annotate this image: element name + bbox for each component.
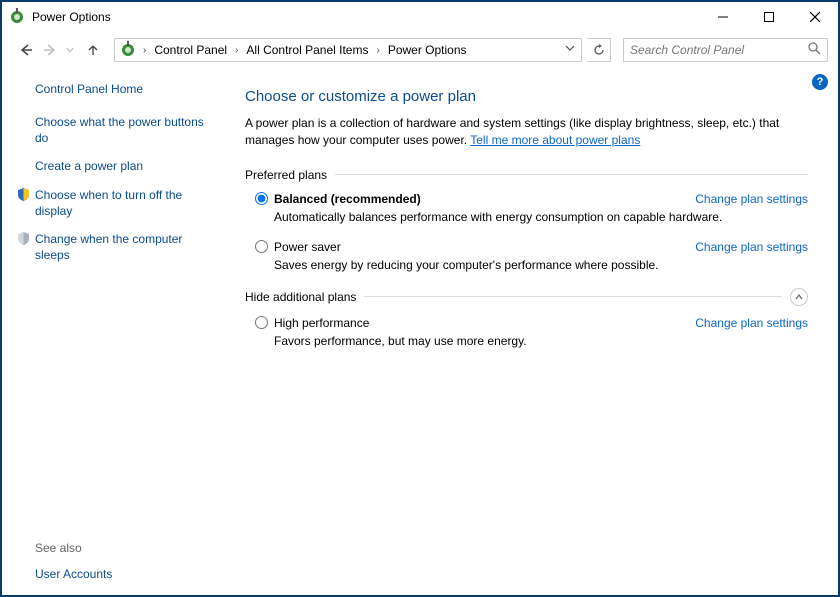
refresh-button[interactable]	[587, 38, 611, 62]
back-button[interactable]	[16, 40, 36, 60]
sidebar-item-sleep: Change when the computer sleeps	[16, 231, 217, 263]
main-content: Choose or customize a power plan A power…	[227, 68, 838, 595]
power-options-icon	[8, 8, 26, 26]
forward-button[interactable]	[40, 40, 60, 60]
learn-more-link[interactable]: Tell me more about power plans	[470, 133, 640, 147]
search-icon[interactable]	[808, 42, 821, 58]
intro-paragraph: A power plan is a collection of hardware…	[245, 115, 808, 150]
shield-icon	[16, 231, 31, 246]
search-box[interactable]	[623, 38, 828, 62]
breadcrumb-item[interactable]: Control Panel	[150, 43, 231, 57]
sidebar-link[interactable]: Change when the computer sleeps	[35, 231, 217, 263]
search-input[interactable]	[630, 43, 800, 57]
plan-radio-balanced[interactable]	[255, 192, 268, 205]
address-dropdown[interactable]	[565, 43, 575, 53]
plan-description: Favors performance, but may use more ene…	[274, 334, 808, 348]
plan-description: Automatically balances performance with …	[274, 210, 808, 224]
sidebar-link[interactable]: Choose what the power buttons do	[35, 114, 217, 146]
window-controls	[700, 2, 838, 32]
preferred-plans-header: Preferred plans	[245, 168, 808, 182]
plan-high-performance: High performance Change plan settings Fa…	[255, 316, 808, 348]
divider	[335, 174, 808, 175]
control-panel-home-link[interactable]: Control Panel Home	[35, 82, 217, 96]
sidebar-link[interactable]: Create a power plan	[35, 158, 143, 174]
plan-description: Saves energy by reducing your computer's…	[274, 258, 808, 272]
address-bar[interactable]: › Control Panel › All Control Panel Item…	[114, 38, 582, 62]
user-accounts-link[interactable]: User Accounts	[35, 567, 217, 581]
chevron-right-icon[interactable]: ›	[233, 45, 240, 56]
close-button[interactable]	[792, 2, 838, 32]
plan-name: Balanced (recommended)	[274, 192, 421, 206]
blank-icon	[16, 114, 31, 129]
sidebar-link[interactable]: Choose when to turn off the display	[35, 187, 217, 219]
section-label: Hide additional plans	[245, 290, 356, 304]
help-icon[interactable]: ?	[812, 74, 828, 90]
window-frame: Power Options	[0, 0, 840, 597]
change-plan-settings-link[interactable]: Change plan settings	[695, 192, 808, 206]
up-button[interactable]	[84, 41, 102, 59]
shield-icon	[16, 187, 31, 202]
recent-locations-dropdown[interactable]	[64, 40, 76, 60]
additional-plans-header[interactable]: Hide additional plans	[245, 288, 808, 306]
plan-radio-saver[interactable]	[255, 240, 268, 253]
breadcrumb-item[interactable]: All Control Panel Items	[242, 43, 372, 57]
plan-radio-label[interactable]: Power saver	[255, 240, 341, 254]
sidebar-item-display-off: Choose when to turn off the display	[16, 187, 217, 219]
maximize-button[interactable]	[746, 2, 792, 32]
page-heading: Choose or customize a power plan	[245, 88, 808, 105]
sidebar: Control Panel Home Choose what the power…	[2, 68, 227, 595]
change-plan-settings-link[interactable]: Change plan settings	[695, 316, 808, 330]
window-title: Power Options	[32, 10, 700, 24]
divider	[364, 296, 782, 297]
breadcrumb-item[interactable]: Power Options	[384, 43, 471, 57]
sidebar-item-create-plan: Create a power plan	[16, 158, 217, 174]
nav-arrow-group	[16, 40, 102, 60]
power-options-icon	[119, 41, 137, 59]
minimize-button[interactable]	[700, 2, 746, 32]
plan-radio-label[interactable]: High performance	[255, 316, 369, 330]
title-bar: Power Options	[2, 2, 838, 32]
sidebar-item-power-buttons: Choose what the power buttons do	[16, 114, 217, 146]
plan-balanced: Balanced (recommended) Change plan setti…	[255, 192, 808, 224]
plan-radio-label[interactable]: Balanced (recommended)	[255, 192, 421, 206]
plan-power-saver: Power saver Change plan settings Saves e…	[255, 240, 808, 272]
plan-name: High performance	[274, 316, 369, 330]
change-plan-settings-link[interactable]: Change plan settings	[695, 240, 808, 254]
plan-name: Power saver	[274, 240, 341, 254]
chevron-right-icon[interactable]: ›	[141, 45, 148, 56]
plan-radio-high[interactable]	[255, 316, 268, 329]
see-also-label: See also	[35, 541, 217, 555]
collapse-toggle-icon[interactable]	[790, 288, 808, 306]
blank-icon	[16, 158, 31, 173]
section-label: Preferred plans	[245, 168, 327, 182]
chevron-right-icon[interactable]: ›	[374, 45, 381, 56]
navigation-bar: › Control Panel › All Control Panel Item…	[2, 32, 838, 68]
content-body: ? Control Panel Home Choose what the pow…	[2, 68, 838, 595]
